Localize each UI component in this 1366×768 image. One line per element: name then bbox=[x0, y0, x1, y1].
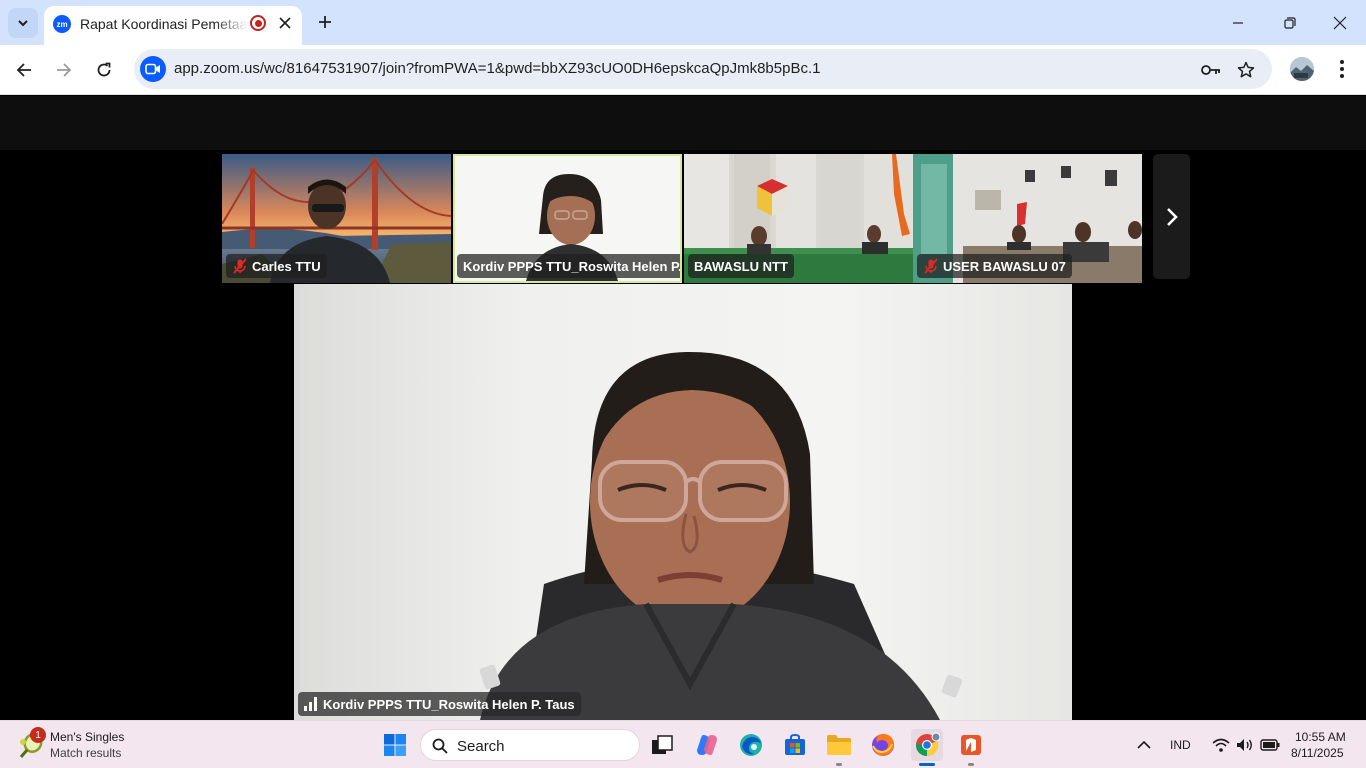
search-placeholder: Search bbox=[457, 738, 505, 755]
task-view-icon bbox=[652, 735, 673, 754]
zoom-meeting-stage: Carles TTU Kordiv PPPS TTU_Roswita Helen… bbox=[0, 150, 1366, 720]
speaker-name-label: Kordiv PPPS TTU_Roswita Helen P. Taus bbox=[298, 692, 581, 716]
participant-thumbnail-roswita[interactable]: Kordiv PPPS TTU_Roswita Helen P. ... bbox=[453, 154, 682, 283]
firefox-icon bbox=[872, 734, 894, 756]
search-icon bbox=[432, 738, 448, 754]
task-view-button[interactable] bbox=[646, 729, 678, 761]
browser-tab-bar: zm Rapat Koordinasi Pemetaan bbox=[0, 0, 1366, 45]
participant-name: Carles TTU bbox=[252, 258, 321, 274]
zoom-favicon-icon: zm bbox=[53, 15, 71, 33]
firefox-button[interactable] bbox=[867, 729, 899, 761]
participant-thumbnail-carles[interactable]: Carles TTU bbox=[222, 154, 451, 283]
arrow-left-icon bbox=[16, 63, 31, 77]
connection-signal-icon bbox=[304, 697, 317, 711]
minimize-button[interactable] bbox=[1212, 0, 1264, 45]
edge-button[interactable] bbox=[735, 729, 767, 761]
minimize-icon bbox=[1233, 21, 1243, 24]
participant-name: USER BAWASLU 07 bbox=[943, 258, 1066, 274]
bookmark-star-icon[interactable] bbox=[1235, 59, 1257, 81]
copilot-icon bbox=[697, 735, 717, 755]
file-explorer-button[interactable] bbox=[823, 729, 855, 766]
video-camera-icon bbox=[145, 63, 160, 75]
close-icon bbox=[279, 17, 291, 29]
speaker-name: Kordiv PPPS TTU_Roswita Helen P. Taus bbox=[323, 696, 575, 712]
chrome-icon bbox=[916, 732, 940, 757]
chevron-up-icon bbox=[1137, 740, 1151, 749]
forward-button[interactable] bbox=[49, 55, 79, 85]
folder-icon bbox=[827, 735, 851, 755]
arrow-right-icon bbox=[57, 63, 72, 77]
participant-name: Kordiv PPPS TTU_Roswita Helen P. ... bbox=[463, 258, 682, 274]
next-page-button[interactable] bbox=[1153, 154, 1190, 279]
tab-close-button[interactable] bbox=[274, 12, 296, 34]
volume-icon bbox=[1237, 739, 1252, 751]
browser-tab-zoom[interactable]: zm Rapat Koordinasi Pemetaan bbox=[44, 6, 302, 45]
close-icon bbox=[1333, 16, 1347, 29]
restore-button[interactable] bbox=[1264, 0, 1316, 45]
speaker-video-frame bbox=[479, 351, 963, 720]
new-tab-button[interactable] bbox=[312, 9, 338, 35]
address-bar[interactable]: app.zoom.us/wc/81647531907/join?fromPWA=… bbox=[134, 49, 1272, 89]
windows-taskbar: 1 Men's Singles Match results Search IND bbox=[0, 720, 1366, 768]
close-window-button[interactable] bbox=[1314, 0, 1366, 45]
windows-logo-icon bbox=[384, 734, 406, 756]
zoom-top-bar bbox=[0, 96, 1366, 150]
notification-badge: 1 bbox=[30, 727, 46, 743]
battery-icon bbox=[1260, 739, 1280, 751]
reload-button[interactable] bbox=[89, 55, 119, 85]
chevron-right-icon bbox=[1166, 207, 1178, 226]
office-app-icon bbox=[961, 735, 981, 755]
active-indicator bbox=[919, 763, 935, 766]
participant-thumbnail-user-bawaslu-07[interactable]: USER BAWASLU 07 bbox=[913, 154, 1142, 283]
quick-settings-button[interactable] bbox=[1204, 729, 1288, 761]
edge-browser-icon bbox=[740, 734, 762, 756]
recording-indicator-icon bbox=[250, 15, 266, 31]
reload-icon bbox=[97, 62, 111, 77]
tab-search-button[interactable] bbox=[8, 8, 38, 38]
participant-name-label: BAWASLU NTT bbox=[688, 254, 794, 278]
copilot-button[interactable] bbox=[691, 729, 723, 761]
password-key-icon[interactable] bbox=[1200, 59, 1222, 81]
language-indicator[interactable]: IND bbox=[1170, 738, 1191, 752]
news-widget[interactable]: 1 Men's Singles Match results bbox=[16, 727, 166, 763]
restore-icon bbox=[1284, 16, 1296, 29]
show-hidden-icons-button[interactable] bbox=[1128, 729, 1160, 761]
browser-menu-button[interactable] bbox=[1330, 57, 1354, 81]
widget-title: Men's Singles bbox=[50, 730, 125, 744]
chevron-down-icon bbox=[18, 20, 28, 27]
participant-thumbnail-bawaslu-ntt[interactable]: BAWASLU NTT bbox=[684, 154, 913, 283]
microsoft-store-icon bbox=[785, 733, 805, 755]
widget-subtitle: Match results bbox=[50, 746, 122, 760]
chrome-button[interactable] bbox=[911, 729, 943, 766]
browser-toolbar: app.zoom.us/wc/81647531907/join?fromPWA=… bbox=[0, 45, 1366, 95]
active-speaker-video[interactable]: Kordiv PPPS TTU_Roswita Helen P. Taus bbox=[294, 284, 1072, 720]
running-indicator bbox=[836, 763, 842, 766]
back-button[interactable] bbox=[9, 55, 39, 85]
participant-name-label: Kordiv PPPS TTU_Roswita Helen P. ... bbox=[457, 254, 682, 278]
participant-name-label: Carles TTU bbox=[226, 254, 327, 278]
running-indicator bbox=[968, 763, 974, 766]
profile-avatar[interactable] bbox=[1290, 57, 1314, 81]
tab-title-fade bbox=[214, 12, 248, 36]
office-app-button[interactable] bbox=[955, 729, 987, 766]
store-button[interactable] bbox=[779, 729, 811, 761]
participant-name: BAWASLU NTT bbox=[694, 258, 788, 274]
microphone-muted-icon bbox=[232, 258, 248, 274]
clock-time[interactable]: 10:55 AM bbox=[1295, 730, 1346, 744]
url-text: app.zoom.us/wc/81647531907/join?fromPWA=… bbox=[174, 60, 821, 77]
start-button[interactable] bbox=[379, 729, 411, 761]
plus-icon bbox=[319, 16, 331, 28]
wifi-icon bbox=[1212, 738, 1230, 752]
taskbar-search[interactable]: Search bbox=[420, 729, 640, 761]
microphone-muted-icon bbox=[923, 258, 939, 274]
zoom-site-icon[interactable] bbox=[140, 56, 166, 82]
participant-name-label: USER BAWASLU 07 bbox=[917, 254, 1072, 278]
clock-date[interactable]: 8/11/2025 bbox=[1291, 746, 1344, 760]
